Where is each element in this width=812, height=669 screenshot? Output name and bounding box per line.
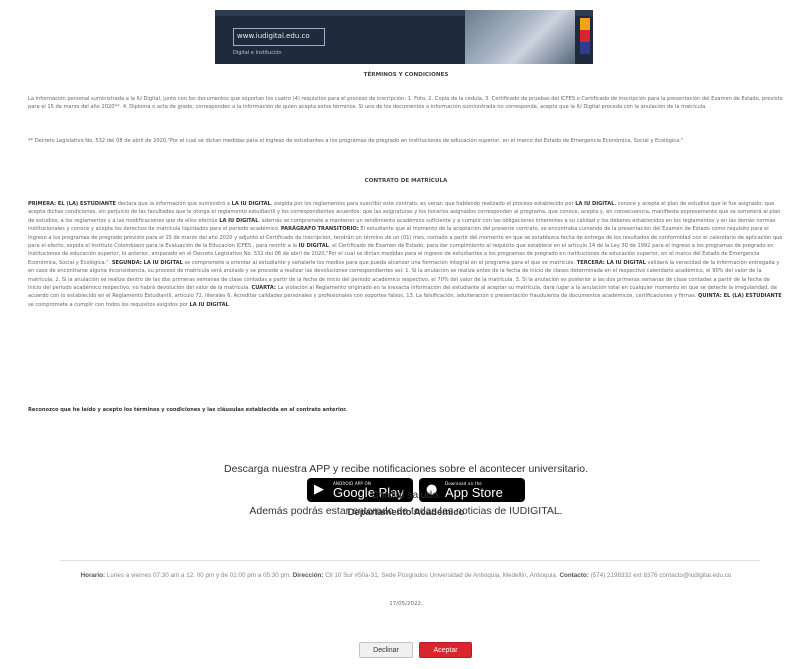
header-banner: www.iudigital.edu.co Digital e Instituci… <box>215 10 593 64</box>
clause-label: PARÁGRAFO TRANSITORIO: <box>280 226 359 233</box>
contact-text: (574) 2198332 ext 8376 contacto@iudigita… <box>588 572 732 579</box>
logo-text: www.iudigital.edu.co <box>237 32 310 40</box>
clause-label: QUINTA: EL (LA) ESTUDIANTE <box>698 293 782 300</box>
contract-title: CONTRATO DE MATRÍCULA <box>364 178 448 184</box>
clause-label: LA IU DIGITAL <box>231 201 271 207</box>
flag-icon <box>580 18 590 54</box>
acknowledgement-text: Reconozco que he leído y acepto los térm… <box>28 407 347 413</box>
clause-text: se compromete a cumplir con todos los re… <box>28 301 190 308</box>
clause-label: IU DIGITAL <box>298 243 329 250</box>
decline-button[interactable]: Declinar <box>359 642 413 658</box>
address-label: Dirección: <box>292 572 324 579</box>
clause-label: CUARTA: <box>251 285 276 292</box>
clause-label: LA IU DIGITAL <box>219 217 259 224</box>
contract-paragraph: PRIMERA: EL (LA) ESTUDIANTE declara que … <box>28 200 784 309</box>
accept-button[interactable]: Aceptar <box>419 642 472 658</box>
department-name: Departamento Académico <box>347 507 465 518</box>
clause-label: LA IU DIGITAL <box>575 201 615 207</box>
clause-text: . <box>228 301 231 308</box>
clause-label: PRIMERA: EL (LA) ESTUDIANTE <box>28 201 117 207</box>
footer-divider <box>60 560 760 561</box>
clause-label: SEGUNDA: LA IU DIGITAL <box>111 259 183 266</box>
address-text: Cll 10 Sur #50a-31, Sede Posgrados Unive… <box>323 572 560 579</box>
footer-info: Horario: Lunes a viernes 07:30 am a 12: … <box>80 571 732 580</box>
contact-label: Contacto: <box>559 572 589 579</box>
terms-paragraph: La información personal suministrada a l… <box>28 96 783 111</box>
greeting-text: Cordial saludo. <box>370 489 442 501</box>
banner-photo <box>465 10 575 64</box>
date-text: 17/05/2022. <box>389 601 423 607</box>
clause-text: , exigida por los reglamentos para suscr… <box>270 201 576 207</box>
logo-tagline: Digital e Institución <box>233 50 282 56</box>
hours-label: Horario: <box>80 572 106 579</box>
clause-text: declara que la información que suministr… <box>116 201 232 207</box>
hours-text: Lunes a viernes 07:30 am a 12: 00 pm y d… <box>105 572 293 579</box>
clause-text: se compromete a orientar al estudiante y… <box>182 259 577 266</box>
app-promo-text: Descarga nuestra APP y recibe notificaci… <box>224 463 588 475</box>
clause-label: TERCERA: LA IU DIGITAL <box>576 259 646 266</box>
terms-title: TÉRMINOS Y CONDICIONES <box>363 72 449 78</box>
decree-note: ** Decreto Legislativo No. 532 del 08 de… <box>28 138 684 144</box>
clause-label: LA IU DIGITAL <box>189 301 229 308</box>
